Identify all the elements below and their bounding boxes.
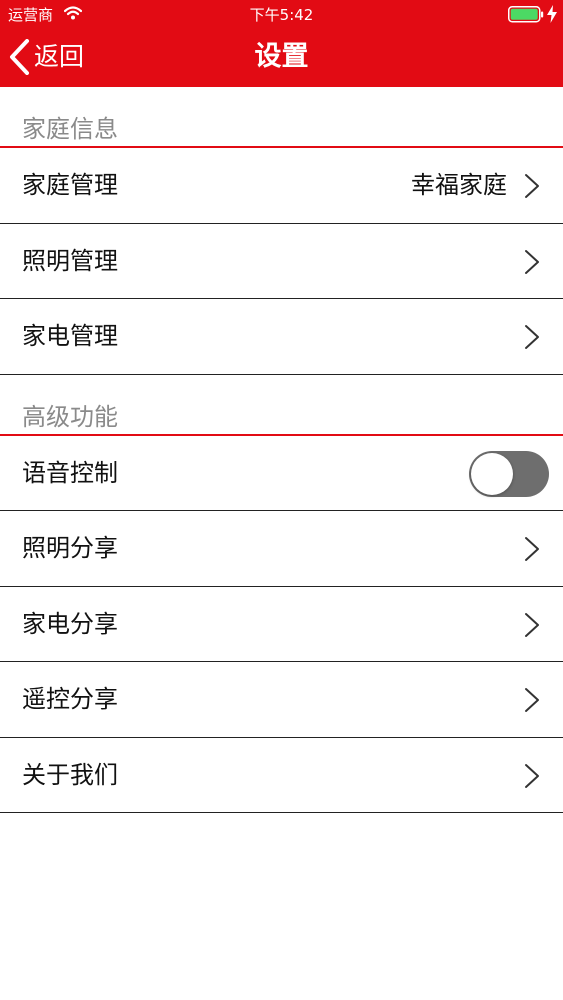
row-family-management[interactable]: 家庭管理 幸福家庭 xyxy=(0,148,563,224)
chevron-right-icon xyxy=(525,537,539,561)
row-label: 语音控制 xyxy=(22,458,118,487)
chevron-right-icon xyxy=(525,688,539,712)
chevron-right-icon xyxy=(525,249,539,274)
section-header-advanced-features: 高级功能 xyxy=(0,375,563,436)
navigation-bar: 运营商 下午5:42 返回 设置 xyxy=(0,0,563,87)
voice-control-toggle[interactable] xyxy=(469,450,549,497)
toggle-knob xyxy=(471,452,513,495)
row-remote-share[interactable]: 遥控分享 xyxy=(0,662,563,738)
battery-icon xyxy=(508,6,544,23)
row-lighting-management[interactable]: 照明管理 xyxy=(0,224,563,299)
row-label: 家电管理 xyxy=(22,322,118,350)
row-appliance-share[interactable]: 家电分享 xyxy=(0,587,563,662)
row-value: 幸福家庭 xyxy=(411,171,507,199)
section-title: 家庭信息 xyxy=(22,115,118,143)
row-voice-control: 语音控制 xyxy=(0,436,563,511)
row-label: 遥控分享 xyxy=(22,685,118,713)
chevron-right-icon xyxy=(525,174,539,198)
row-label: 家电分享 xyxy=(22,609,118,638)
settings-list: 家庭信息 家庭管理 幸福家庭 照明管理 家电管理 高级功能 语音控制 照明分享 xyxy=(0,87,563,813)
row-about-us[interactable]: 关于我们 xyxy=(0,738,563,813)
status-time: 下午5:42 xyxy=(249,6,314,24)
row-label: 照明分享 xyxy=(22,534,118,562)
row-label: 关于我们 xyxy=(22,760,118,789)
section-header-family-info: 家庭信息 xyxy=(0,87,563,148)
chevron-right-icon xyxy=(525,763,539,788)
section-title: 高级功能 xyxy=(22,402,118,431)
page-title: 设置 xyxy=(254,41,309,72)
chevron-right-icon xyxy=(525,325,539,349)
row-label: 照明管理 xyxy=(22,246,118,275)
row-lighting-share[interactable]: 照明分享 xyxy=(0,511,563,587)
chevron-right-icon xyxy=(525,612,539,637)
charging-bolt-icon xyxy=(547,5,557,23)
row-appliance-management[interactable]: 家电管理 xyxy=(0,299,563,375)
row-label: 家庭管理 xyxy=(22,171,118,199)
